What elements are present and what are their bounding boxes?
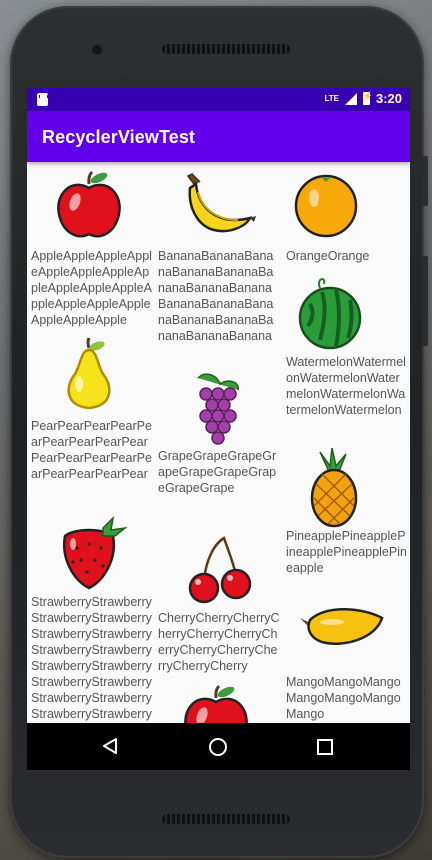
recent-apps-button[interactable]: [317, 739, 333, 755]
page-title: RecyclerViewTest: [42, 127, 196, 147]
strawberry-icon: [62, 515, 128, 590]
bottom-speaker: [162, 814, 290, 824]
network-type: LTE: [324, 93, 339, 103]
app-bar: RecyclerViewTest: [27, 111, 410, 162]
fruit-name: AppleAppleAppleAppleAppleAppleAppleApple…: [31, 249, 152, 327]
orange-icon: [294, 174, 358, 238]
fruit-item-watermelon[interactable]: WatermelonWatermelonWatermelonWatermelon…: [286, 274, 408, 418]
clock: 3:20: [375, 91, 402, 106]
back-button[interactable]: [102, 738, 118, 754]
fruit-name: StrawberryStrawberryStrawberryStrawberry…: [31, 595, 152, 721]
fruit-item-grape[interactable]: GrapeGrapeGrapeGrapeGrapeGrapeGrapeGrape…: [158, 368, 280, 496]
device-screen: LTE 3:20 RecyclerViewTest AppleAppleAppl…: [27, 88, 410, 770]
signal-icon: [344, 92, 357, 105]
front-camera: [90, 43, 104, 57]
cherry-icon: [188, 536, 252, 604]
system-nav-bar: [27, 723, 410, 770]
top-speaker: [162, 44, 290, 54]
fruit-item-banana[interactable]: BananaBananaBananaBananaBananaBananaBana…: [158, 168, 280, 344]
sd-card-icon: [37, 93, 48, 106]
phone-frame: LTE 3:20 RecyclerViewTest AppleAppleAppl…: [10, 6, 428, 858]
fruit-item-apple-2[interactable]: [158, 682, 280, 723]
fruit-item-mango[interactable]: MangoMangoMangoMangoMangoMangoMango: [286, 594, 408, 722]
home-button[interactable]: [209, 738, 227, 756]
apple-icon: [57, 170, 121, 238]
fruit-name: MangoMangoMangoMangoMangoMangoMango: [286, 675, 401, 721]
fruit-name: PearPearPearPearPearPearPearPearPearPear…: [31, 419, 152, 481]
fruit-name: CherryCherryCherryCherryCherryCherryCher…: [158, 611, 280, 673]
status-bar: LTE 3:20: [27, 88, 410, 111]
mango-icon: [300, 608, 384, 645]
fruit-item-pear[interactable]: PearPearPearPearPearPearPearPearPearPear…: [31, 338, 153, 482]
banana-icon: [186, 173, 256, 233]
fruit-item-orange[interactable]: OrangeOrange: [286, 168, 408, 264]
fruit-name: GrapeGrapeGrapeGrapeGrapeGrapeGrapeGrape…: [158, 449, 277, 495]
apple-icon: [184, 684, 248, 723]
fruit-item-cherry[interactable]: CherryCherryCherryCherryCherryCherryCher…: [158, 530, 280, 674]
power-button[interactable]: [422, 156, 428, 206]
fruit-name: BananaBananaBananaBananaBananaBananaBana…: [158, 249, 274, 343]
pineapple-icon: [310, 448, 358, 528]
grape-icon: [197, 373, 239, 445]
volume-button[interactable]: [422, 256, 428, 346]
fruit-recycler-view[interactable]: AppleAppleAppleAppleAppleAppleAppleApple…: [27, 162, 410, 723]
watermelon-icon: [298, 278, 362, 350]
fruit-name: PineapplePineapplePineapplePineapplePine…: [286, 529, 407, 575]
fruit-item-pineapple[interactable]: PineapplePineapplePineapplePineapplePine…: [286, 448, 408, 576]
fruit-item-strawberry[interactable]: StrawberryStrawberryStrawberryStrawberry…: [31, 514, 153, 722]
battery-icon: [362, 91, 373, 105]
fruit-name: OrangeOrange: [286, 249, 370, 263]
pear-icon: [67, 338, 111, 410]
fruit-name: WatermelonWatermelonWatermelonWatermelon…: [286, 355, 406, 417]
fruit-item-apple[interactable]: AppleAppleAppleAppleAppleAppleAppleApple…: [31, 168, 153, 328]
